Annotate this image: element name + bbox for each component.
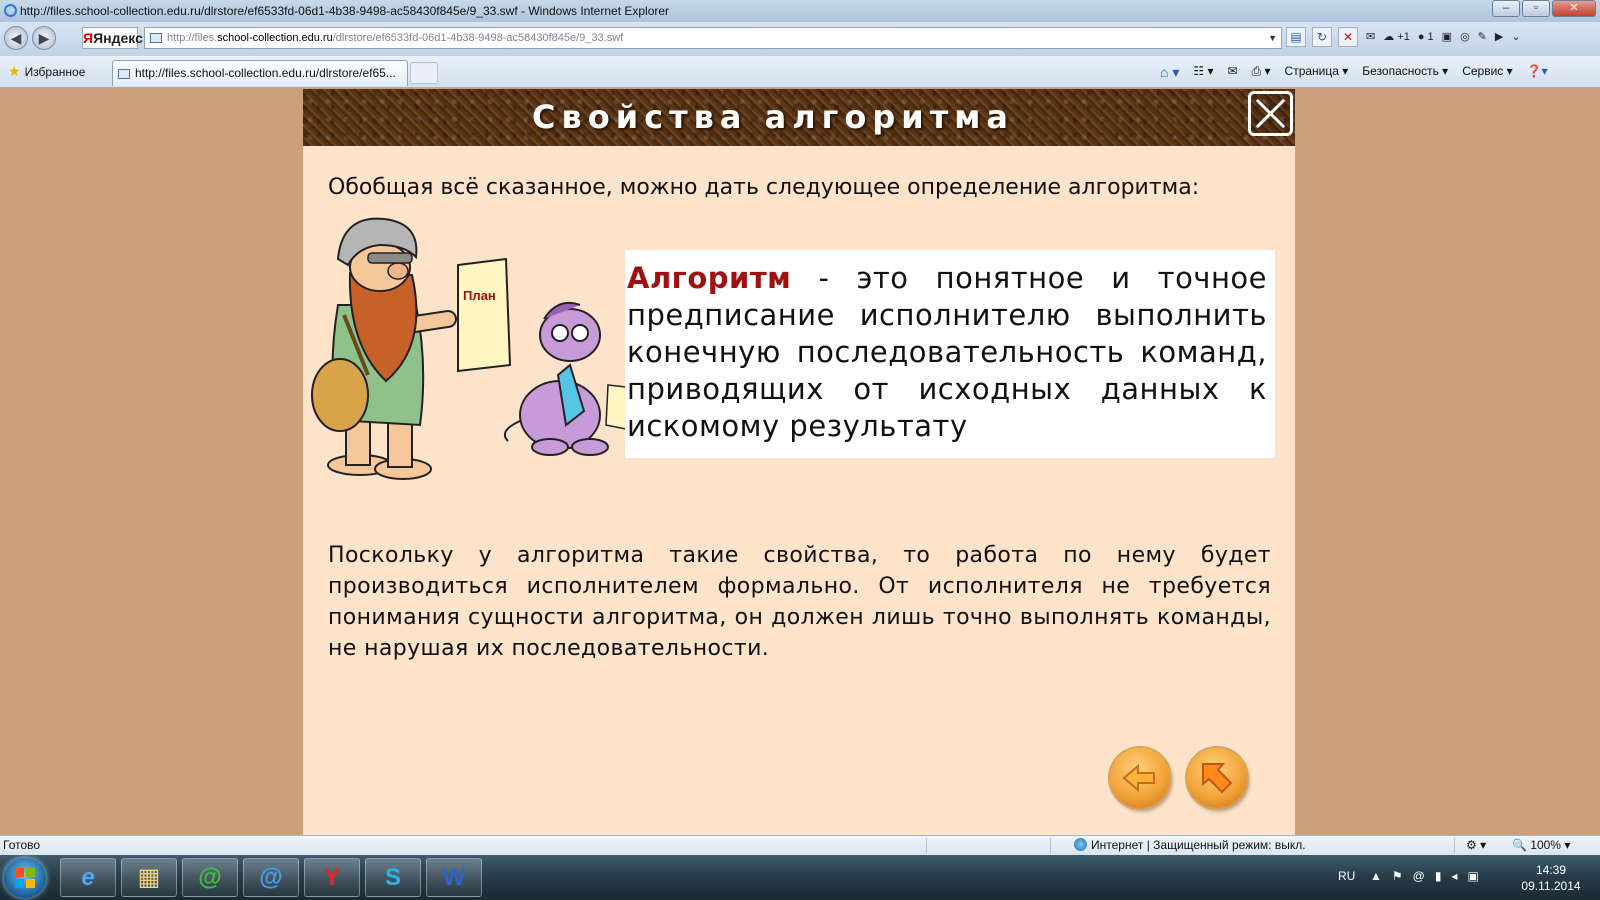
translate-icon[interactable]: ▣ [1442,28,1452,46]
command-bar: ⌂ ▾ ☷ ▾ ✉ ⎙ ▾ Страница ▾ Безопасность ▾ … [1160,64,1548,81]
taskbar-ie-icon[interactable]: e [60,858,116,897]
menu-page-label: Страница [1284,64,1339,78]
compatibility-icon[interactable]: ▤ [1286,27,1306,47]
search-provider-logo[interactable]: ЯЯндекс [82,27,143,49]
taskbar-mail-icon[interactable]: @ [243,858,299,897]
browser-tab[interactable]: http://files.school-collection.edu.ru/dl… [112,60,408,86]
menu-safety-label: Безопасность [1362,64,1439,78]
caveman-dinosaur-illustration: План [311,217,626,480]
globe-icon [1074,838,1087,851]
home-icon[interactable]: ⌂ ▾ [1160,64,1179,81]
print-icon[interactable]: ⎙ ▾ [1252,64,1271,81]
security-zone[interactable]: Интернет | Защищенный режим: выкл. [1074,836,1306,855]
menu-tools-label: Сервис [1462,64,1504,78]
favorites-bar: ★ Избранное http://files.school-collectio… [0,56,1600,88]
windows-logo-icon [15,868,35,888]
url-path: /dlrstore/ef6533fd-06d1-4b38-9498-ac5843… [332,32,624,44]
forward-button[interactable]: ▶ [32,26,56,50]
address-bar[interactable]: http://files.school-collection.edu.ru/dl… [144,27,1282,49]
minimize-button[interactable]: – [1492,0,1520,17]
menu-safety[interactable]: Безопасность ▾ [1362,64,1448,81]
plan-label: План [463,288,496,303]
stop-icon[interactable]: ✕ [1338,27,1358,47]
properties-paragraph: Поскольку у алгоритма такие свойства, то… [328,543,1271,661]
clock[interactable]: 14:39 09.11.2014 [1516,862,1586,894]
tab-title: http://files.school-collection.edu.ru/dl… [135,66,396,80]
taskbar-skype-icon[interactable]: S [365,858,421,897]
play-icon[interactable]: ▶ [1495,28,1503,46]
addon-toolbar: ✉ ☁ +1 ● 1 ▣ ◎ ✎ ▶ ⌄ [1366,28,1521,46]
slide-header: Свойства алгоритма [303,89,1295,146]
tray-icons[interactable]: ▲⚑@▮◂▣ [1370,869,1489,883]
close-icon [1255,98,1286,129]
taskbar-explorer-icon[interactable]: ▦ [121,858,177,897]
intro-text: Обобщая всё сказанное, можно дать следую… [328,175,1200,200]
address-toolbar: ◀ ▶ ЯЯндекс http://files.school-collecti… [0,22,1600,56]
slide-title: Свойства алгоритма [532,98,1014,136]
chevron-down-icon[interactable]: ⌄ [1511,28,1520,46]
new-tab-button[interactable] [410,62,438,84]
status-divider [1050,838,1051,853]
window-title: http://files.school-collection.edu.ru/dl… [20,4,670,18]
definition-box: Алгоритм - это понятное и точное предпис… [625,250,1275,458]
slide: Свойства алгоритма Обобщая всё сказанное… [303,89,1295,835]
favorites-label: Избранное [24,65,86,79]
definition-term: Алгоритм [627,261,792,295]
flash-content-area: Свойства алгоритма Обобщая всё сказанное… [0,89,1600,835]
status-text: Готово [3,838,41,852]
mail-icon[interactable]: ✉ [1366,28,1375,46]
language-indicator[interactable]: RU [1338,869,1355,883]
back-button[interactable]: ◀ [4,26,28,50]
help-icon[interactable]: ❓▾ [1527,64,1548,81]
maximize-button[interactable]: ▫ [1522,0,1550,17]
zoom-level-label: 100% [1530,838,1561,852]
star-icon: ★ [8,63,21,79]
status-divider [926,838,927,853]
popup-blocker-icon[interactable]: ⚙ ▾ [1466,836,1486,855]
slide-close-button[interactable] [1248,91,1293,136]
taskbar-word-icon[interactable]: W [426,858,482,897]
status-bar: Готово Интернет | Защищенный режим: выкл… [0,835,1600,855]
search-provider-label: Яндекс [93,30,143,46]
url-prefix: http://files. [167,32,218,44]
notification-icon[interactable]: ● 1 [1418,28,1434,46]
start-button[interactable] [4,858,46,898]
security-zone-label: Интернет | Защищенный режим: выкл. [1091,838,1306,852]
window-title-bar: http://files.school-collection.edu.ru/dl… [0,0,1600,22]
tab-page-icon [118,69,130,79]
back-nav-button[interactable] [1110,748,1170,808]
taskbar-agent-icon[interactable]: @ [182,858,238,897]
favorites-button[interactable]: ★ Избранное [8,63,85,80]
status-divider [1454,838,1455,853]
refresh-icon[interactable]: ↻ [1312,27,1332,47]
clock-date: 09.11.2014 [1521,879,1581,893]
arrow-left-icon [1122,763,1155,793]
page-icon [150,33,162,43]
weather-icon[interactable]: ☁ +1 [1383,28,1410,46]
menu-page[interactable]: Страница ▾ [1285,64,1349,81]
url-host: school-collection.edu.ru [217,32,333,44]
address-dropdown-icon[interactable]: ▼ [1268,28,1277,48]
definition-text: Алгоритм - это понятное и точное предпис… [627,260,1267,445]
window-close-button[interactable]: ✕ [1552,0,1596,17]
menu-tools[interactable]: Сервис ▾ [1462,64,1512,81]
window-controls: – ▫ ✕ [1492,0,1596,17]
taskbar: e ▦ @ @ Y S W RU ▲⚑@▮◂▣ 14:39 09.11.2014 [0,855,1600,900]
taskbar-yandex-browser-icon[interactable]: Y [304,858,360,897]
address-tools: ▤ ↻ ✕ [1286,27,1358,47]
browser-icon[interactable]: ◎ [1460,28,1470,46]
feeds-icon[interactable]: ☷ ▾ [1193,64,1213,81]
settings-icon[interactable]: ✎ [1478,28,1487,46]
arrow-up-left-icon [1202,763,1233,794]
ie-icon [4,4,17,17]
zoom-level[interactable]: 🔍 100% ▾ [1512,836,1570,855]
read-mail-icon[interactable]: ✉ [1228,64,1238,81]
home-nav-button[interactable] [1187,748,1247,808]
clock-time: 14:39 [1535,863,1567,877]
